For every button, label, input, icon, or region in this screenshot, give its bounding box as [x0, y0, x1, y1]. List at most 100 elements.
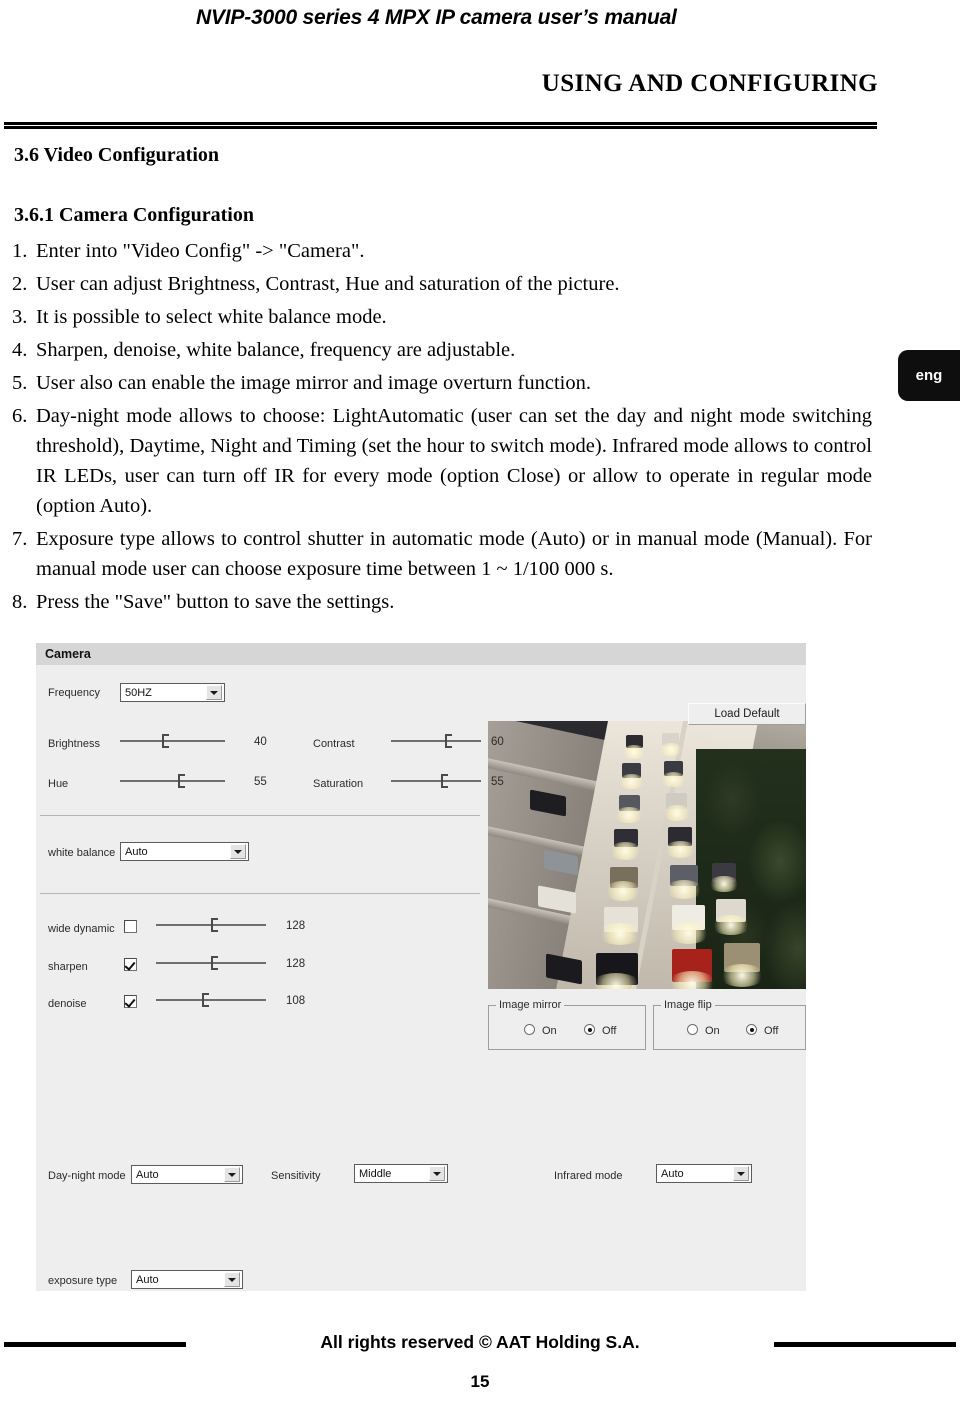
- exposure-type-select[interactable]: Auto: [131, 1270, 243, 1289]
- wide-dynamic-checkbox[interactable]: [124, 920, 137, 933]
- wide-dynamic-value: 128: [286, 920, 306, 932]
- chevron-down-icon[interactable]: [230, 844, 246, 859]
- panel-title-bar: Camera: [36, 643, 806, 665]
- hue-slider[interactable]: [120, 774, 225, 788]
- exposure-type-label: exposure type: [48, 1275, 118, 1287]
- list-item-text: Sharpen, denoise, white balance, frequen…: [36, 339, 516, 361]
- sensitivity-label: Sensitivity: [271, 1170, 321, 1182]
- list-item-text: Enter into "Video Config" -> "Camera".: [36, 240, 365, 262]
- section-banner: USING AND CONFIGURING: [541, 70, 878, 97]
- infrared-mode-select[interactable]: Auto: [656, 1164, 752, 1183]
- denoise-label: denoise: [48, 998, 87, 1010]
- preview-headlight: [667, 971, 717, 989]
- heading-subsection: 3.6.1 Camera Configuration: [14, 204, 254, 226]
- list-item: 1. Enter into "Video Config" -> "Camera"…: [12, 236, 872, 266]
- sharpen-slider[interactable]: [156, 956, 266, 970]
- preview-headlight: [614, 807, 644, 823]
- preview-headlight: [708, 876, 740, 892]
- list-item-number: 4.: [12, 339, 28, 361]
- image-flip-on-label: On: [705, 1025, 720, 1037]
- list-item: 5. User also can enable the image mirror…: [12, 368, 872, 398]
- contrast-value: 60: [491, 736, 504, 748]
- image-flip-title: Image flip: [661, 999, 715, 1011]
- exposure-type-value: Auto: [136, 1273, 159, 1286]
- page-number: 15: [470, 1372, 490, 1391]
- language-tab-eng[interactable]: eng: [898, 350, 960, 401]
- chevron-down-icon[interactable]: [224, 1167, 240, 1182]
- list-item-text: It is possible to select white balance m…: [36, 306, 387, 328]
- chevron-down-icon[interactable]: [206, 685, 222, 700]
- slider-thumb[interactable]: [211, 918, 218, 932]
- day-night-mode-value: Auto: [136, 1168, 159, 1181]
- list-item-number: 3.: [12, 306, 28, 328]
- list-item: 6. Day-night mode allows to choose: Ligh…: [12, 401, 872, 521]
- denoise-slider[interactable]: [156, 993, 266, 1007]
- list-item-text: User can adjust Brightness, Contrast, Hu…: [36, 273, 620, 295]
- hue-value: 55: [254, 776, 267, 788]
- image-mirror-off-label: Off: [602, 1025, 617, 1037]
- day-night-mode-label: Day-night mode: [48, 1170, 126, 1182]
- frequency-select[interactable]: 50HZ: [120, 683, 225, 702]
- slider-thumb[interactable]: [440, 774, 448, 788]
- brightness-slider[interactable]: [120, 734, 225, 748]
- white-balance-value: Auto: [125, 845, 148, 858]
- list-item: 7. Exposure type allows to control shutt…: [12, 524, 872, 584]
- camera-configuration-screenshot: Camera Load Default Frequency 50HZ Brigh…: [36, 643, 806, 1291]
- footer-copyright: All rights reserved © AAT Holding S.A.: [320, 1332, 640, 1352]
- slider-thumb[interactable]: [202, 993, 210, 1007]
- denoise-value: 108: [286, 995, 306, 1007]
- wide-dynamic-slider[interactable]: [156, 918, 266, 932]
- saturation-value: 55: [491, 776, 504, 788]
- image-flip-on-radio[interactable]: [687, 1024, 698, 1035]
- slider-thumb[interactable]: [211, 956, 218, 970]
- load-default-button[interactable]: Load Default: [688, 703, 806, 725]
- frequency-label: Frequency: [48, 687, 100, 699]
- running-head: NVIP-3000 series 4 MPX IP camera user’s …: [196, 6, 677, 29]
- list-item-number: 7.: [12, 528, 28, 550]
- white-balance-label: white balance: [48, 847, 116, 859]
- preview-headlight: [604, 881, 642, 901]
- denoise-checkbox[interactable]: [124, 995, 137, 1008]
- day-night-mode-select[interactable]: Auto: [131, 1165, 243, 1184]
- slider-thumb[interactable]: [445, 734, 452, 748]
- brightness-label: Brightness: [48, 738, 100, 750]
- image-flip-group: Image flip On Off: [653, 999, 806, 1050]
- contrast-label: Contrast: [313, 738, 355, 750]
- preview-headlight: [711, 915, 751, 935]
- infrared-mode-label: Infrared mode: [554, 1170, 623, 1182]
- image-mirror-title: Image mirror: [496, 999, 565, 1011]
- sharpen-checkbox[interactable]: [124, 958, 137, 971]
- panel-title-label: Camera: [45, 647, 91, 661]
- list-item-text: Exposure type allows to control shutter …: [36, 528, 872, 580]
- image-mirror-off-radio[interactable]: [584, 1024, 595, 1035]
- preview-headlight: [662, 805, 692, 821]
- chevron-down-icon[interactable]: [429, 1166, 445, 1181]
- preview-headlight: [719, 964, 765, 987]
- slider-thumb[interactable]: [177, 774, 185, 788]
- chevron-down-icon[interactable]: [224, 1272, 240, 1287]
- section-divider: [40, 893, 480, 894]
- image-flip-off-radio[interactable]: [746, 1024, 757, 1035]
- list-item-text: Press the "Save" button to save the sett…: [36, 591, 395, 613]
- chevron-down-icon[interactable]: [733, 1166, 749, 1181]
- sensitivity-select[interactable]: Middle: [354, 1164, 448, 1183]
- list-item: 8. Press the "Save" button to save the s…: [12, 587, 872, 617]
- image-mirror-on-label: On: [542, 1025, 557, 1037]
- slider-thumb[interactable]: [162, 734, 169, 748]
- preview-headlight: [598, 923, 642, 945]
- saturation-slider[interactable]: [391, 774, 481, 788]
- image-flip-off-label: Off: [764, 1025, 779, 1037]
- sharpen-label: sharpen: [48, 961, 88, 973]
- slider-track: [120, 740, 225, 742]
- language-tab-label: eng: [915, 367, 943, 384]
- section-divider: [40, 815, 480, 816]
- preview-headlight: [664, 841, 697, 858]
- saturation-label: Saturation: [313, 778, 364, 790]
- slider-track: [156, 999, 266, 1001]
- image-mirror-on-radio[interactable]: [524, 1024, 535, 1035]
- contrast-slider[interactable]: [391, 734, 481, 748]
- frequency-value: 50HZ: [125, 686, 152, 699]
- white-balance-select[interactable]: Auto: [120, 842, 249, 861]
- image-mirror-group: Image mirror On Off: [488, 999, 646, 1050]
- infrared-mode-value: Auto: [661, 1167, 684, 1180]
